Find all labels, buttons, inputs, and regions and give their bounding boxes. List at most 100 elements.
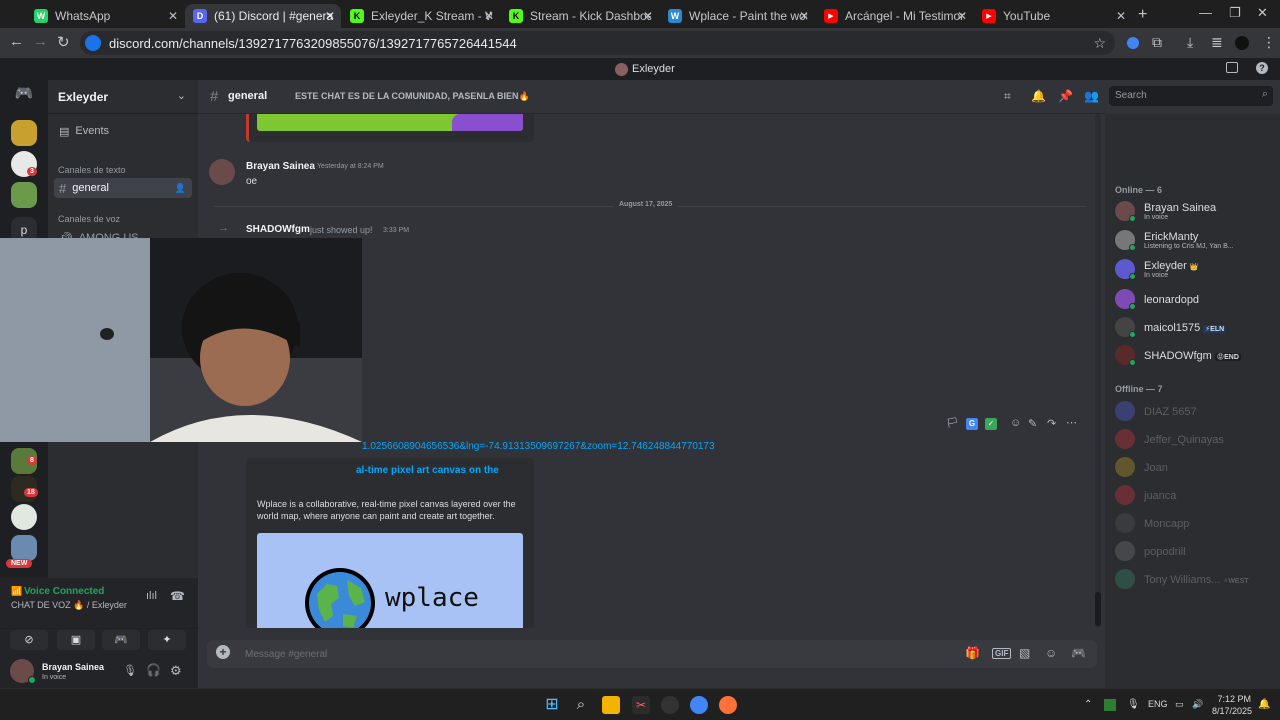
noise-suppression-icon[interactable]: ılıl	[146, 590, 157, 602]
tab-kick-stream[interactable]: K Exleyder_K Stream - Watch Live ✕	[342, 4, 500, 28]
restore-icon[interactable]: ❐	[1229, 5, 1241, 21]
tab-whatsapp[interactable]: W WhatsApp ✕	[26, 4, 184, 28]
reaction-flag-icon[interactable]: 🏳	[946, 418, 959, 429]
reaction-g-icon[interactable]: G	[966, 418, 978, 430]
member-item[interactable]: Tony Williams... ⚡WEST	[1115, 567, 1275, 593]
member-item[interactable]: Moncapp	[1115, 511, 1275, 537]
network-icon[interactable]: ▭	[1175, 699, 1184, 710]
close-window-icon[interactable]: ✕	[1257, 5, 1268, 21]
forward-icon[interactable]: ↷	[1047, 417, 1056, 430]
close-icon[interactable]: ✕	[325, 9, 335, 23]
category-text-channels[interactable]: Canales de texto	[58, 165, 126, 175]
category-voice-channels[interactable]: Canales de voz	[58, 214, 120, 224]
settings-gear-icon[interactable]: ⚙	[170, 663, 182, 679]
tray-app-icon[interactable]	[1104, 699, 1116, 711]
add-reaction-icon[interactable]: ☺	[1010, 417, 1021, 429]
tray-expand-icon[interactable]: ⌃	[1084, 699, 1092, 710]
download-icon[interactable]: ⤓	[1187, 34, 1193, 51]
close-icon[interactable]: ✕	[1116, 9, 1126, 23]
avatar[interactable]	[209, 159, 235, 185]
bookmark-star-icon[interactable]: ☆	[1093, 35, 1106, 52]
member-item[interactable]: Exleyder 👑 In voice	[1115, 257, 1275, 283]
new-tab-button[interactable]: +	[1138, 6, 1147, 24]
snipping-tool-icon[interactable]: ✂	[632, 696, 650, 714]
tab-youtube[interactable]: ▶ YouTube ✕	[974, 4, 1132, 28]
activity-icon[interactable]: 🎮	[102, 630, 140, 650]
member-item[interactable]: popodrill	[1115, 539, 1275, 565]
gift-icon[interactable]: 🎁	[965, 646, 980, 660]
member-item[interactable]: Brayan Sainea In voice	[1115, 199, 1275, 225]
channel-general[interactable]: # general 👤	[54, 178, 192, 198]
microphone-icon[interactable]: 🎙	[123, 664, 137, 677]
extension-icon[interactable]	[1127, 37, 1139, 49]
profile-avatar[interactable]	[1235, 36, 1249, 50]
bell-icon[interactable]: 🔔	[1031, 89, 1046, 103]
close-icon[interactable]: ✕	[168, 9, 178, 23]
reaction-check-icon[interactable]: ✓	[985, 418, 997, 430]
message-input[interactable]	[245, 645, 945, 663]
back-icon[interactable]: ←	[9, 33, 24, 50]
microphone-icon[interactable]: 🎙	[1127, 699, 1140, 710]
member-list-icon[interactable]: 👥	[1084, 89, 1099, 103]
tab-wplace[interactable]: W Wplace - Paint the world ✕	[660, 4, 815, 28]
chat-scrollbar[interactable]	[1095, 114, 1101, 628]
screen-share-icon[interactable]: ▣	[57, 630, 95, 650]
close-icon[interactable]: ✕	[484, 9, 494, 23]
minimize-icon[interactable]: —	[1199, 5, 1212, 20]
close-icon[interactable]: ✕	[799, 9, 809, 23]
media-icon[interactable]: ≣	[1211, 34, 1223, 51]
clock-time[interactable]: 7:12 PM	[1215, 694, 1251, 704]
member-item[interactable]: DIAZ 5657	[1115, 399, 1275, 425]
close-icon[interactable]: ✕	[643, 9, 653, 23]
forward-icon[interactable]: →	[33, 33, 48, 50]
server-icon[interactable]	[11, 504, 37, 530]
obs-icon[interactable]	[661, 696, 679, 714]
search-input[interactable]: Search ⌕	[1109, 86, 1273, 106]
member-item[interactable]: SHADOWfgm 😡END	[1115, 343, 1275, 369]
scrollbar-thumb[interactable]	[1095, 592, 1101, 626]
member-item[interactable]: Joan	[1115, 455, 1275, 481]
headphones-icon[interactable]: 🎧	[146, 663, 161, 677]
inbox-icon[interactable]	[1226, 62, 1238, 73]
discord-home-icon[interactable]: 🎮	[11, 84, 37, 110]
language-indicator[interactable]: ENG	[1148, 699, 1168, 709]
camera-off-icon[interactable]: ⊘	[10, 630, 48, 650]
help-icon[interactable]: ?	[1256, 62, 1268, 74]
pin-icon[interactable]: 📌	[1058, 89, 1073, 103]
voice-channel-link[interactable]: CHAT DE VOZ 🔥 / Exleyder	[11, 600, 127, 611]
attach-plus-icon[interactable]: +	[216, 645, 230, 659]
member-item[interactable]: maicol1575 ⚡ELN	[1115, 315, 1275, 341]
embed-image[interactable]	[257, 114, 523, 131]
message-author[interactable]: Brayan Sainea	[246, 161, 315, 172]
reload-icon[interactable]: ↻	[57, 33, 70, 51]
notification-bell-icon[interactable]: 🔔	[1258, 699, 1270, 710]
soundboard-icon[interactable]: ✦	[148, 630, 186, 650]
address-bar[interactable]: discord.com/channels/1392717763209855076…	[80, 31, 1115, 55]
volume-icon[interactable]: 🔊	[1192, 699, 1203, 710]
sticker-icon[interactable]: ▧	[1019, 646, 1030, 660]
threads-icon[interactable]: ⌗	[1004, 89, 1011, 104]
more-icon[interactable]: ⋯	[1066, 416, 1077, 429]
embed-title[interactable]: al-time pixel art canvas on the	[356, 465, 499, 476]
gif-icon[interactable]: GIF	[992, 648, 1012, 659]
server-icon[interactable]	[11, 120, 37, 146]
clock-date[interactable]: 8/17/2025	[1212, 706, 1252, 716]
member-item[interactable]: leonardopd	[1115, 287, 1275, 313]
extensions-puzzle-icon[interactable]: ⧉	[1152, 34, 1162, 51]
embed-image[interactable]: wplace	[257, 533, 523, 628]
server-icon[interactable]	[11, 182, 37, 208]
events-item[interactable]: ▤ Events	[54, 121, 192, 141]
emoji-icon[interactable]: ☺	[1045, 646, 1057, 660]
member-item[interactable]: Jeffer_Quinayas	[1115, 427, 1275, 453]
tab-kick-dashboard[interactable]: K Stream - Kick Dashboard ✕	[501, 4, 659, 28]
member-item[interactable]: ErickManty Listening to Cris MJ, Yan B..…	[1115, 228, 1275, 254]
tab-youtube-arcangel[interactable]: ▶ Arcángel - Mi Testimonio | ✕	[816, 4, 973, 28]
apps-icon[interactable]: 🎮	[1071, 646, 1086, 660]
search-icon[interactable]: ⌕	[572, 696, 590, 714]
close-icon[interactable]: ✕	[957, 9, 967, 23]
add-member-icon[interactable]: 👤	[175, 183, 186, 194]
site-info-icon[interactable]	[85, 35, 101, 51]
tab-discord[interactable]: D (61) Discord | #general ✕	[185, 4, 341, 28]
firefox-icon[interactable]	[719, 696, 737, 714]
join-user[interactable]: SHADOWfgm	[246, 224, 310, 235]
